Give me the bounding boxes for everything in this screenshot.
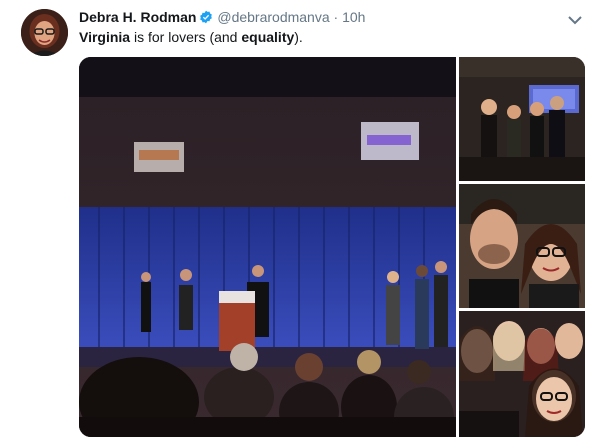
tweet-timestamp[interactable]: 10h xyxy=(342,9,365,25)
author-name[interactable]: Debra H. Rodman xyxy=(79,9,196,25)
chevron-down-icon[interactable] xyxy=(568,12,582,25)
tweet-text: Virginia is for lovers (and equality). xyxy=(79,28,303,46)
media-photo-selfie-couple[interactable] xyxy=(459,184,585,308)
verified-badge-icon xyxy=(199,10,213,24)
media-photo-stage[interactable] xyxy=(79,57,456,437)
tweet-text-bold-virginia: Virginia xyxy=(79,29,131,45)
separator-dot: · xyxy=(333,9,339,25)
author-handle[interactable]: @debrarodmanva xyxy=(217,9,329,25)
tweet-text-bold-equality: equality xyxy=(241,29,295,45)
tweet[interactable]: Debra H. Rodman @debrarodmanva · 10h Vir… xyxy=(0,0,596,442)
tweet-media-grid xyxy=(79,57,585,437)
media-photo-group[interactable] xyxy=(459,57,585,181)
tweet-text-middle: is for lovers (and xyxy=(130,29,242,45)
tweet-text-end: ). xyxy=(294,29,303,45)
media-photo-selfie-group[interactable] xyxy=(459,311,585,437)
tweet-header: Debra H. Rodman @debrarodmanva · 10h xyxy=(79,9,365,26)
author-avatar[interactable] xyxy=(21,9,68,56)
